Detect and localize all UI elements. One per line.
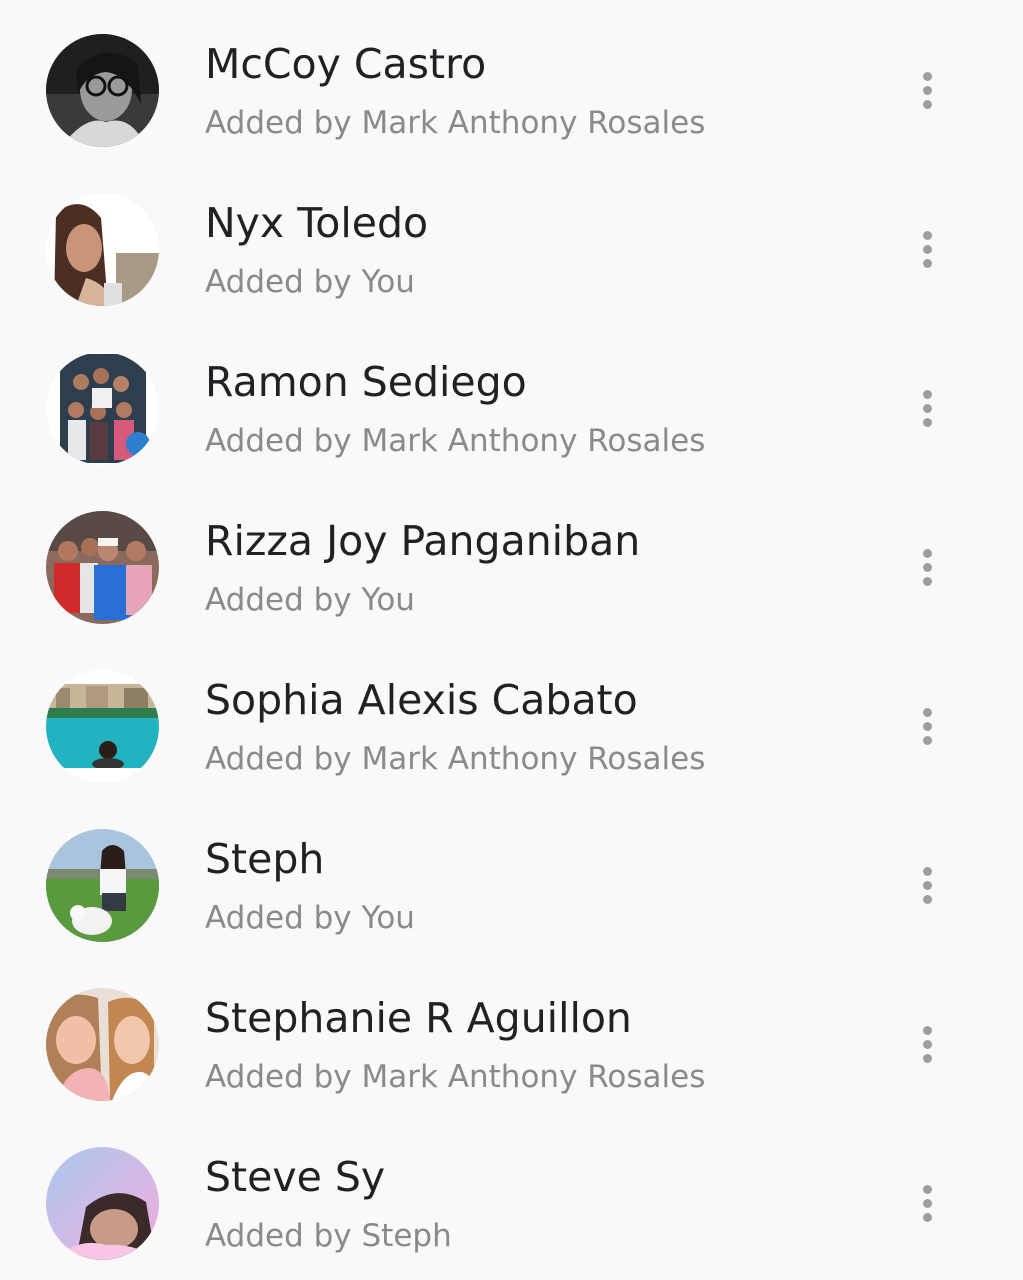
more-options-button[interactable]: [904, 219, 950, 279]
added-by-label: Added by Mark Anthony Rosales: [205, 105, 706, 141]
more-vertical-icon: [922, 230, 932, 240]
more-vertical-icon-dot: [922, 403, 932, 413]
avatar[interactable]: [46, 352, 159, 465]
more-vertical-icon-dot: [922, 1053, 932, 1063]
more-options-button[interactable]: [904, 378, 950, 438]
member-name: Nyx Toledo: [205, 199, 429, 247]
member-name: Rizza Joy Panganiban: [205, 517, 641, 565]
avatar[interactable]: [46, 988, 159, 1101]
member-row[interactable]: Nyx Toledo Added by You: [0, 159, 1023, 318]
member-row[interactable]: Steph Added by You: [0, 795, 1023, 954]
more-vertical-icon-dot: [922, 417, 932, 427]
more-options-button[interactable]: [904, 537, 950, 597]
member-row[interactable]: Ramon Sediego Added by Mark Anthony Rosa…: [0, 318, 1023, 477]
more-vertical-icon-dot: [922, 880, 932, 890]
more-options-button[interactable]: [904, 60, 950, 120]
member-row[interactable]: Stephanie R Aguillon Added by Mark Antho…: [0, 954, 1023, 1113]
member-name: Steph: [205, 835, 325, 883]
more-vertical-icon-dot: [922, 576, 932, 586]
more-vertical-icon-dot: [922, 1039, 932, 1049]
more-vertical-icon-dot: [922, 99, 932, 109]
added-by-label: Added by You: [205, 900, 415, 936]
avatar[interactable]: [46, 193, 159, 306]
more-vertical-icon-dot: [922, 562, 932, 572]
member-name: Stephanie R Aguillon: [205, 994, 632, 1042]
more-vertical-icon-dot: [922, 85, 932, 95]
more-vertical-icon-dot: [922, 244, 932, 254]
more-vertical-icon-dot: [922, 1212, 932, 1222]
added-by-label: Added by Steph: [205, 1218, 452, 1254]
member-name: McCoy Castro: [205, 40, 487, 88]
member-row[interactable]: McCoy Castro Added by Mark Anthony Rosal…: [0, 0, 1023, 159]
added-by-label: Added by You: [205, 582, 415, 618]
avatar[interactable]: [46, 34, 159, 147]
more-vertical-icon: [922, 71, 932, 81]
member-row[interactable]: Sophia Alexis Cabato Added by Mark Antho…: [0, 636, 1023, 795]
more-options-button[interactable]: [904, 696, 950, 756]
added-by-label: Added by Mark Anthony Rosales: [205, 423, 706, 459]
more-vertical-icon-dot: [922, 258, 932, 268]
member-name: Sophia Alexis Cabato: [205, 676, 638, 724]
avatar[interactable]: [46, 511, 159, 624]
member-name: Steve Sy: [205, 1153, 386, 1201]
avatar[interactable]: [46, 670, 159, 783]
member-list: McCoy Castro Added by Mark Anthony Rosal…: [0, 0, 1023, 1280]
more-options-button[interactable]: [904, 1014, 950, 1074]
added-by-label: Added by Mark Anthony Rosales: [205, 741, 706, 777]
more-vertical-icon-dot: [922, 735, 932, 745]
more-options-button[interactable]: [904, 1173, 950, 1233]
added-by-label: Added by You: [205, 264, 415, 300]
avatar[interactable]: [46, 829, 159, 942]
more-options-button[interactable]: [904, 855, 950, 915]
member-name: Ramon Sediego: [205, 358, 527, 406]
member-row[interactable]: Steve Sy Added by Steph: [0, 1113, 1023, 1272]
more-vertical-icon: [922, 1025, 932, 1035]
member-row[interactable]: Rizza Joy Panganiban Added by You: [0, 477, 1023, 636]
more-vertical-icon: [922, 866, 932, 876]
more-vertical-icon: [922, 707, 932, 717]
avatar[interactable]: [46, 1147, 159, 1260]
more-vertical-icon: [922, 389, 932, 399]
more-vertical-icon-dot: [922, 1198, 932, 1208]
added-by-label: Added by Mark Anthony Rosales: [205, 1059, 706, 1095]
more-vertical-icon-dot: [922, 894, 932, 904]
more-vertical-icon: [922, 548, 932, 558]
more-vertical-icon-dot: [922, 721, 932, 731]
more-vertical-icon: [922, 1184, 932, 1194]
